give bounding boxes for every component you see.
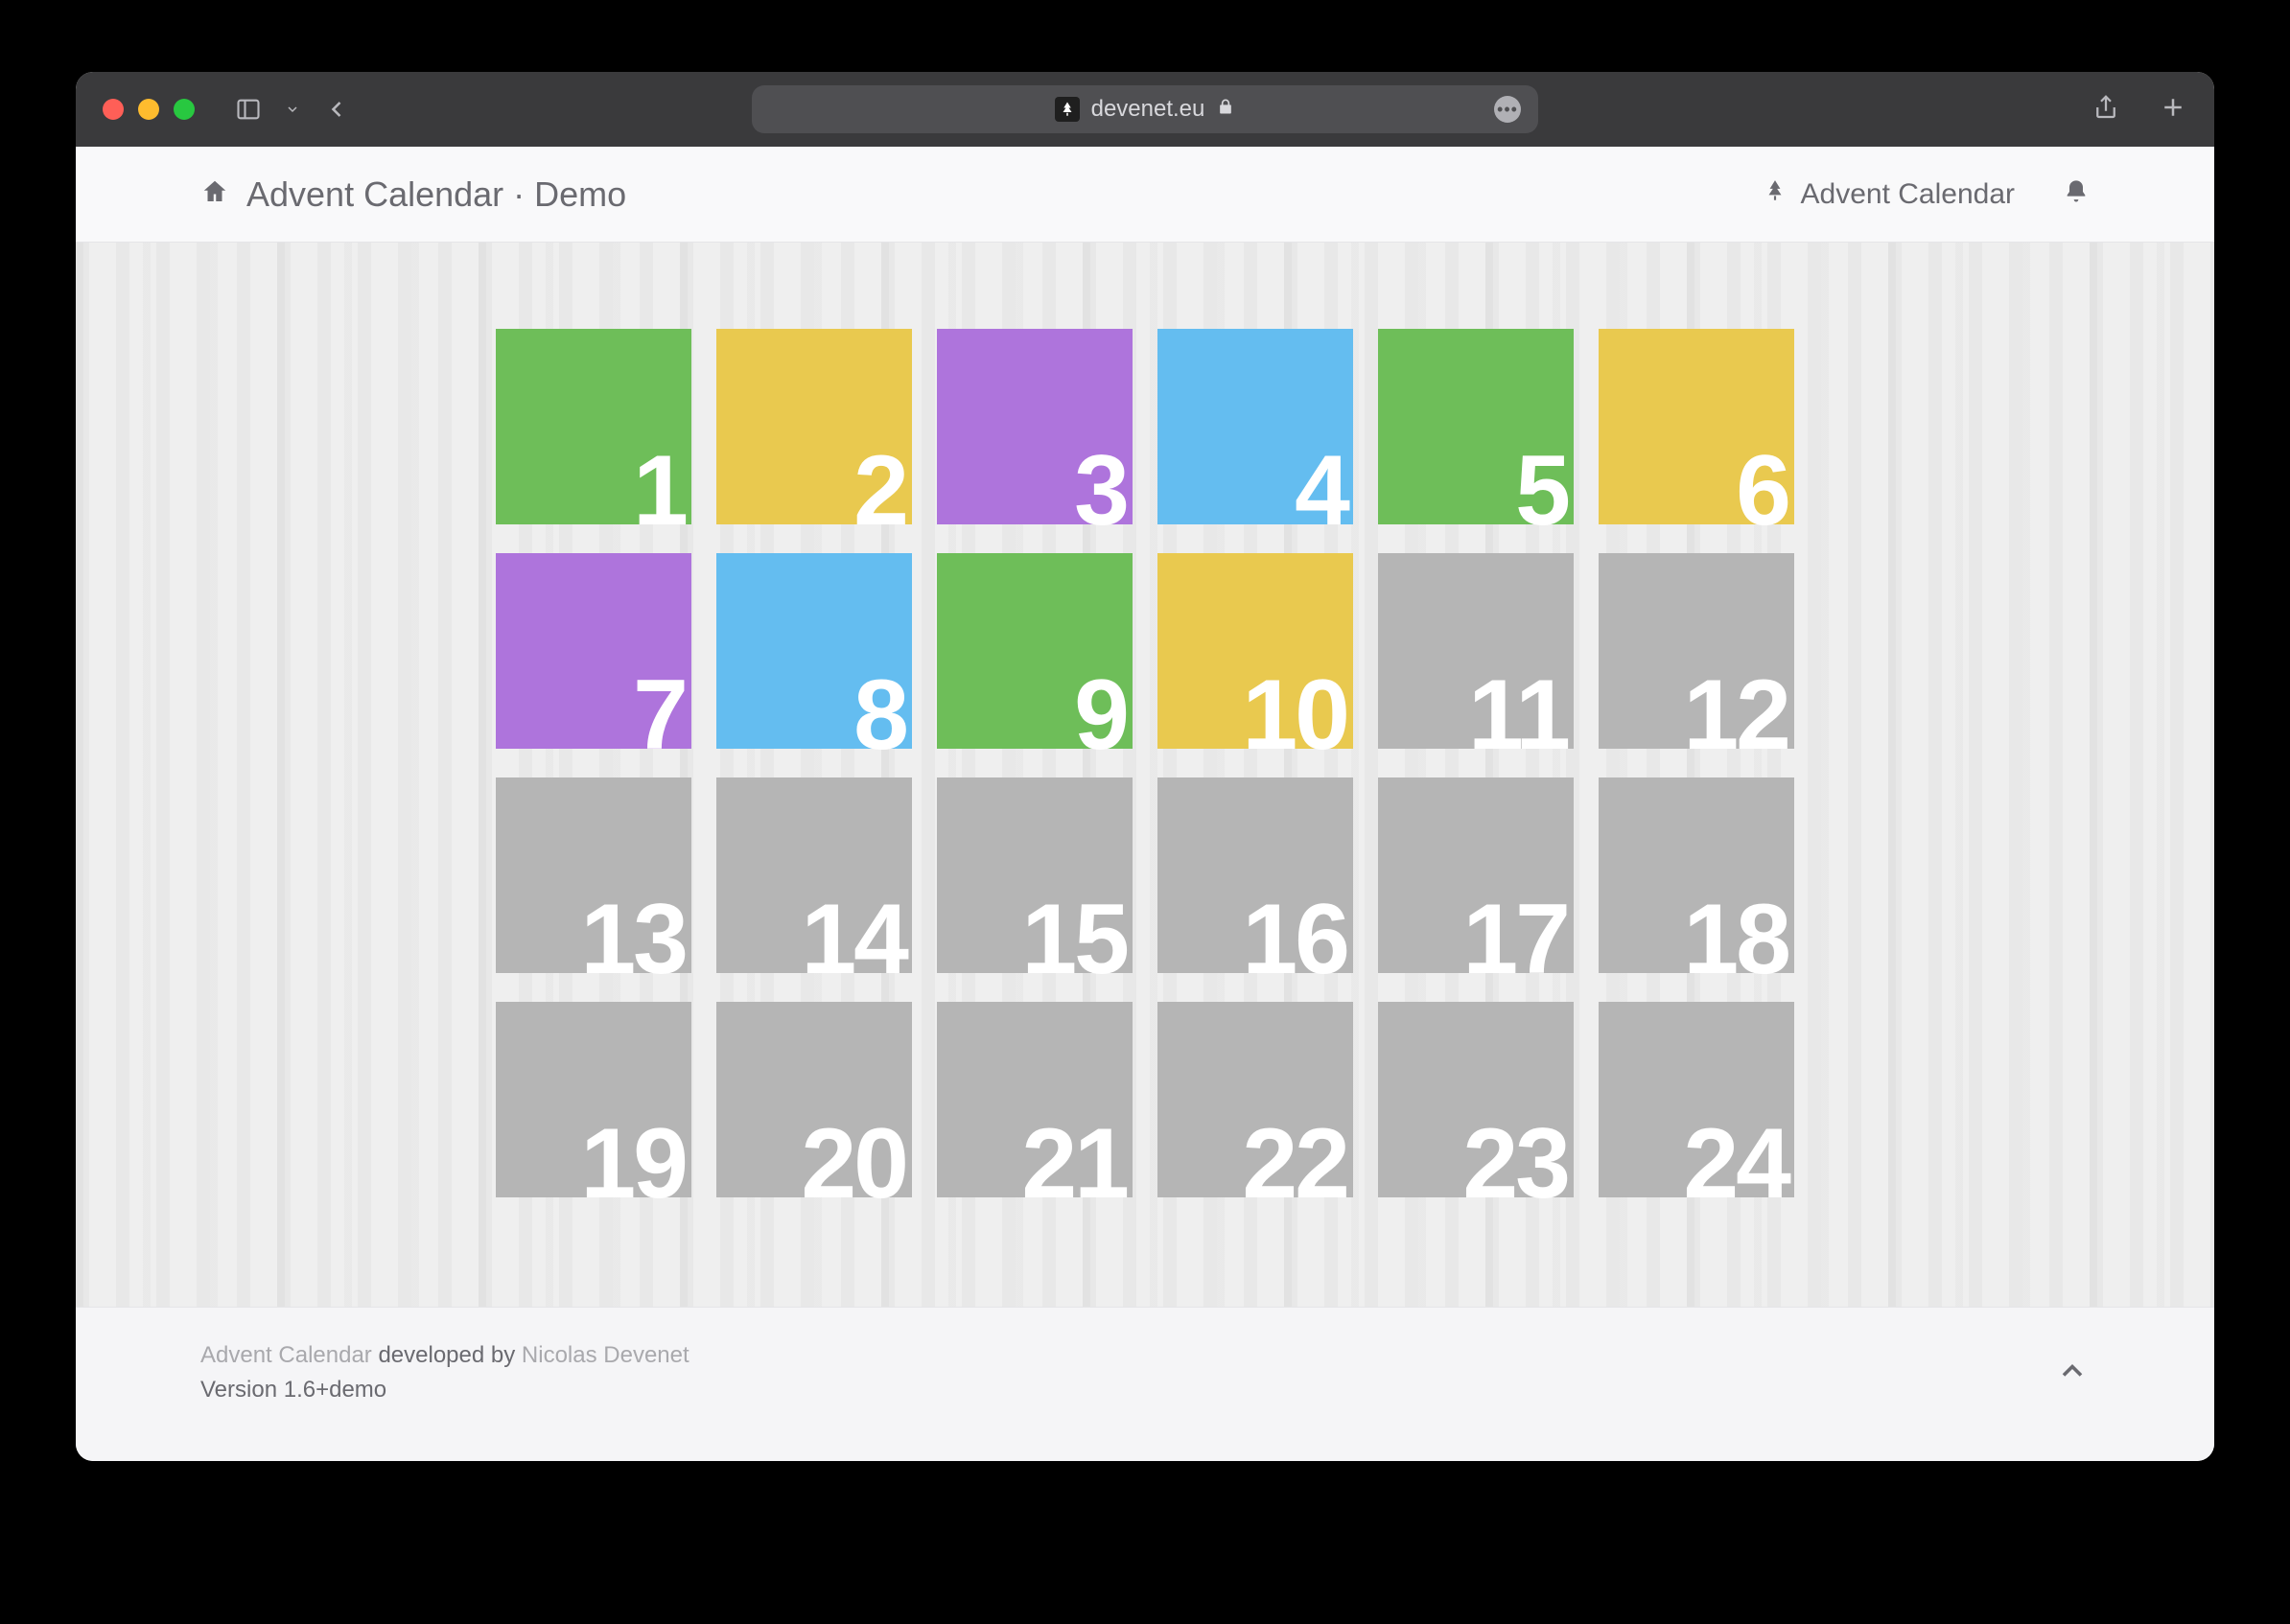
- notifications-button[interactable]: [2063, 178, 2090, 210]
- day-number: 21: [1021, 1124, 1127, 1205]
- day-cell-11[interactable]: 11: [1378, 553, 1574, 749]
- calendar-grid: 123456789101112131415161718192021222324: [496, 329, 1794, 1201]
- day-number: 11: [1468, 675, 1568, 756]
- day-number: 4: [1295, 451, 1347, 532]
- home-icon[interactable]: [200, 177, 229, 211]
- day-number: 5: [1515, 451, 1568, 532]
- calendar-area: 123456789101112131415161718192021222324: [76, 243, 2214, 1307]
- day-cell-12[interactable]: 12: [1599, 553, 1794, 749]
- day-number: 1: [633, 451, 686, 532]
- share-button[interactable]: [2091, 93, 2120, 127]
- day-cell-5[interactable]: 5: [1378, 329, 1574, 524]
- day-number: 20: [801, 1124, 906, 1205]
- day-number: 9: [1074, 675, 1127, 756]
- day-cell-14[interactable]: 14: [716, 777, 912, 973]
- new-tab-button[interactable]: [2159, 93, 2187, 127]
- page-footer: Advent Calendar developed by Nicolas Dev…: [76, 1307, 2214, 1461]
- day-cell-2[interactable]: 2: [716, 329, 912, 524]
- day-number: 13: [580, 899, 686, 981]
- day-cell-20[interactable]: 20: [716, 1002, 912, 1197]
- header-link-label: Advent Calendar: [1801, 178, 2015, 211]
- day-number: 14: [801, 899, 906, 981]
- address-domain: devenet.eu: [1091, 96, 1205, 123]
- day-number: 23: [1462, 1124, 1568, 1205]
- day-number: 3: [1074, 451, 1127, 532]
- footer-author-link[interactable]: Nicolas Devenet: [522, 1342, 689, 1368]
- page-header: Advent Calendar · Demo Advent Calendar: [76, 147, 2214, 243]
- day-number: 7: [633, 675, 686, 756]
- day-cell-3[interactable]: 3: [937, 329, 1133, 524]
- sidebar-toggle-button[interactable]: [235, 96, 262, 123]
- tab-group-dropdown[interactable]: [285, 102, 300, 117]
- window-zoom-button[interactable]: [174, 99, 195, 120]
- day-number: 16: [1242, 899, 1347, 981]
- scroll-to-top-button[interactable]: [2055, 1342, 2090, 1395]
- day-cell-9[interactable]: 9: [937, 553, 1133, 749]
- day-cell-17[interactable]: 17: [1378, 777, 1574, 973]
- day-cell-19[interactable]: 19: [496, 1002, 691, 1197]
- day-number: 15: [1021, 899, 1127, 981]
- day-cell-10[interactable]: 10: [1157, 553, 1353, 749]
- day-cell-22[interactable]: 22: [1157, 1002, 1353, 1197]
- address-bar[interactable]: devenet.eu •••: [752, 85, 1538, 133]
- day-cell-16[interactable]: 16: [1157, 777, 1353, 973]
- window-close-button[interactable]: [103, 99, 124, 120]
- window-controls: [103, 99, 195, 120]
- day-number: 18: [1683, 899, 1788, 981]
- browser-window: devenet.eu ••• Advent Calendar · D: [76, 72, 2214, 1461]
- day-number: 17: [1462, 899, 1568, 981]
- header-link-advent-calendar[interactable]: Advent Calendar: [1763, 178, 2015, 211]
- day-cell-24[interactable]: 24: [1599, 1002, 1794, 1197]
- page-title: Advent Calendar · Demo: [246, 174, 626, 215]
- site-icon: [1055, 97, 1080, 122]
- footer-app-name[interactable]: Advent Calendar: [200, 1342, 372, 1368]
- footer-version: Version 1.6+demo: [200, 1377, 689, 1404]
- window-minimize-button[interactable]: [138, 99, 159, 120]
- day-number: 8: [853, 675, 906, 756]
- page-settings-button[interactable]: •••: [1494, 96, 1521, 123]
- footer-credits: Advent Calendar developed by Nicolas Dev…: [200, 1342, 689, 1369]
- footer-developed-by: developed by: [378, 1342, 515, 1368]
- day-number: 19: [580, 1124, 686, 1205]
- day-cell-8[interactable]: 8: [716, 553, 912, 749]
- day-number: 2: [853, 451, 906, 532]
- day-cell-4[interactable]: 4: [1157, 329, 1353, 524]
- back-button[interactable]: [323, 96, 350, 123]
- day-number: 10: [1242, 675, 1347, 756]
- day-cell-23[interactable]: 23: [1378, 1002, 1574, 1197]
- day-cell-21[interactable]: 21: [937, 1002, 1133, 1197]
- day-cell-7[interactable]: 7: [496, 553, 691, 749]
- day-cell-13[interactable]: 13: [496, 777, 691, 973]
- tree-icon: [1763, 178, 1788, 211]
- day-cell-15[interactable]: 15: [937, 777, 1133, 973]
- day-cell-1[interactable]: 1: [496, 329, 691, 524]
- lock-icon: [1216, 96, 1235, 123]
- day-cell-6[interactable]: 6: [1599, 329, 1794, 524]
- day-number: 6: [1736, 451, 1788, 532]
- browser-titlebar: devenet.eu •••: [76, 72, 2214, 147]
- day-cell-18[interactable]: 18: [1599, 777, 1794, 973]
- day-number: 24: [1683, 1124, 1788, 1205]
- day-number: 22: [1242, 1124, 1347, 1205]
- day-number: 12: [1683, 675, 1788, 756]
